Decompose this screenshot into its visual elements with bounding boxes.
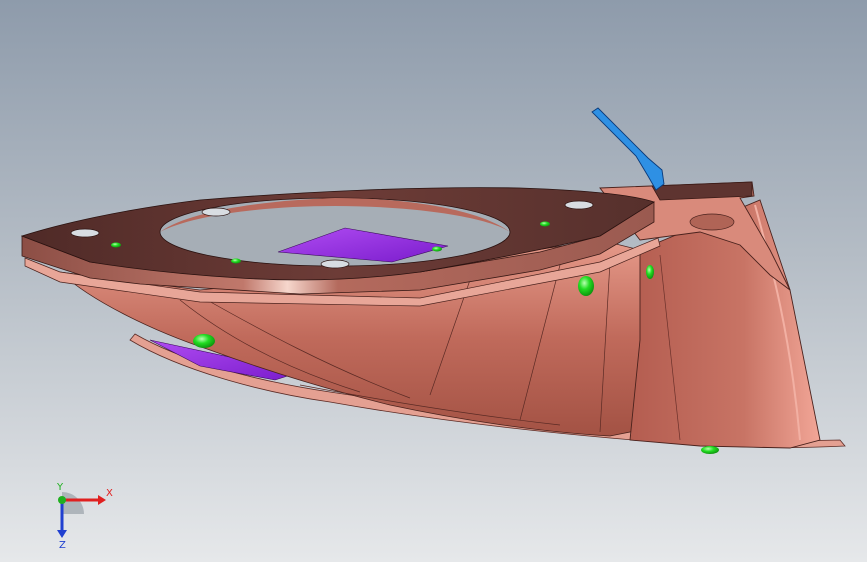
- graphics-viewport[interactable]: X Y Z: [0, 0, 867, 562]
- green-marker: [193, 334, 215, 348]
- green-marker: [540, 221, 550, 227]
- y-axis-dot: [58, 496, 66, 504]
- blue-tab: [591, 107, 665, 191]
- green-marker: [578, 276, 594, 296]
- triad-backplane: [62, 492, 84, 514]
- green-marker: [111, 242, 121, 248]
- bracket-boss: [689, 213, 735, 231]
- x-axis-label: X: [106, 488, 113, 499]
- green-marker: [646, 265, 654, 279]
- green-marker: [701, 446, 719, 454]
- coordinate-triad-icon[interactable]: X Y Z: [40, 478, 120, 550]
- y-axis-label: Y: [56, 482, 64, 493]
- green-marker: [432, 246, 442, 252]
- green-marker: [231, 258, 241, 264]
- x-axis-arrow: [98, 495, 106, 505]
- z-axis-label: Z: [59, 540, 66, 550]
- cad-model-view[interactable]: [0, 0, 867, 562]
- z-axis-arrow: [57, 530, 67, 538]
